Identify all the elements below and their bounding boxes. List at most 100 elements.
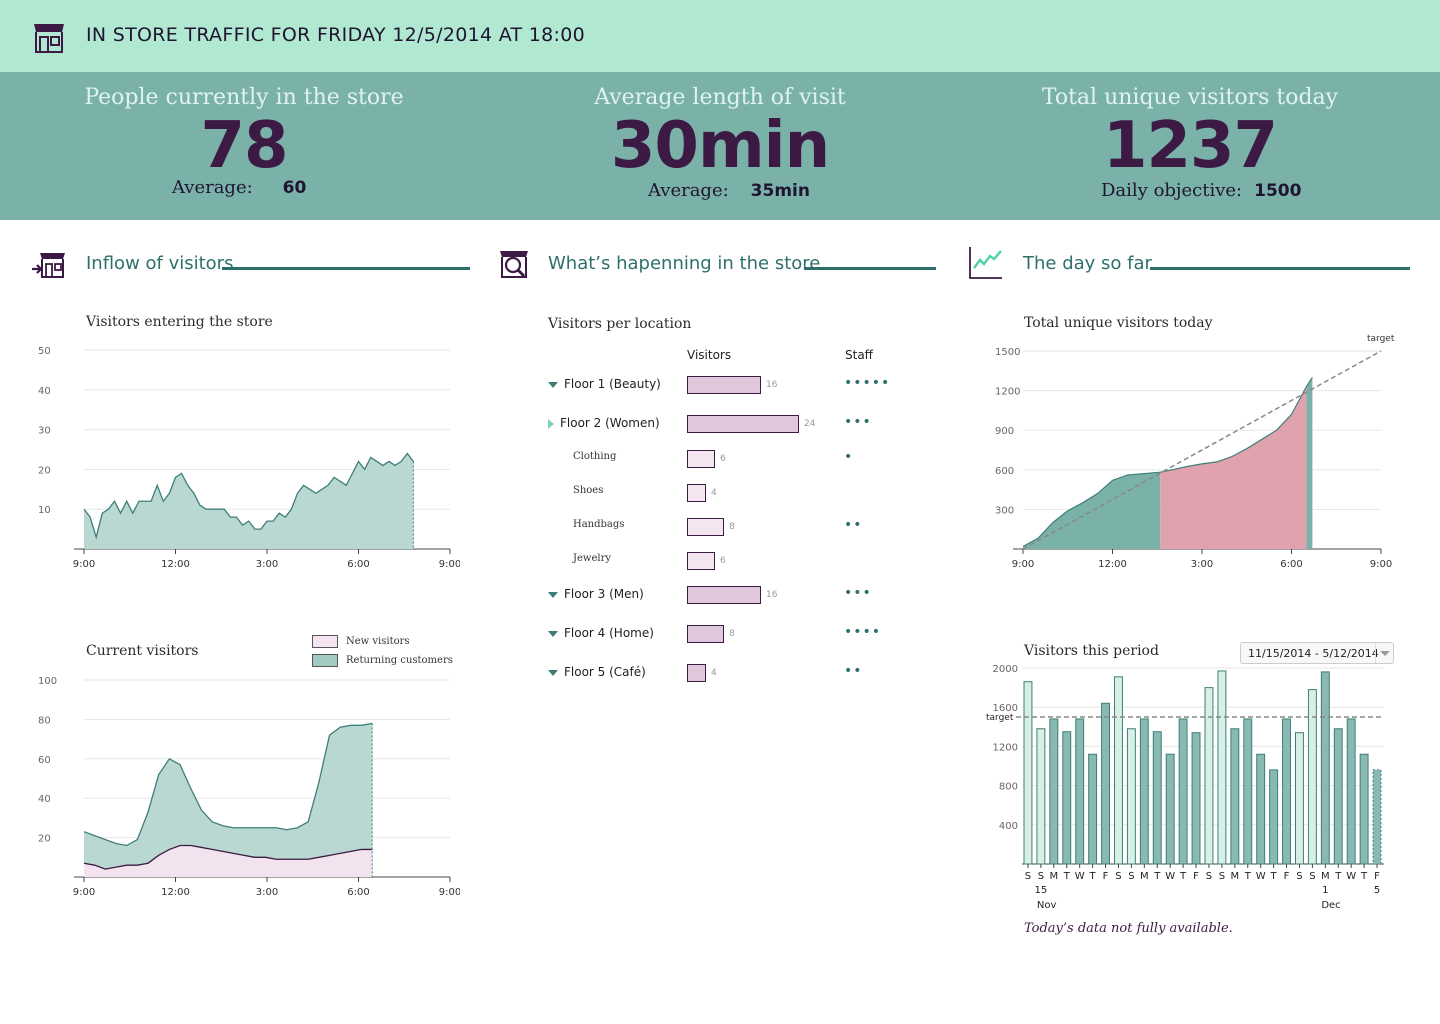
x-tick-label: T <box>1063 871 1071 882</box>
data-availability-note: Today’s data not fully available. <box>1024 921 1233 936</box>
legend-item-new: New visitors <box>312 635 453 654</box>
bar <box>1256 753 1266 865</box>
x-tick-label: 9:00 <box>439 887 460 898</box>
date-month-label: Nov <box>1037 900 1057 911</box>
location-staff-dots: •• <box>844 517 863 533</box>
target-label: target <box>986 713 1014 723</box>
location-floor[interactable]: Floor 1 (Beauty) <box>548 377 661 391</box>
y-tick-label: 600 <box>995 466 1014 477</box>
location-subitem: Handbags <box>573 519 624 530</box>
location-visitors-bar <box>687 518 724 536</box>
x-tick-label: F <box>1103 871 1109 882</box>
x-tick-label: 12:00 <box>161 887 190 898</box>
x-tick-label: W <box>1256 871 1266 882</box>
x-tick-label: W <box>1346 871 1356 882</box>
location-label: Floor 5 (Café) <box>564 665 646 679</box>
collapse-icon[interactable] <box>548 669 558 676</box>
collapse-icon[interactable] <box>548 591 558 598</box>
x-tick-label: S <box>1206 871 1212 882</box>
location-label: Floor 4 (Home) <box>564 626 654 640</box>
location-visitors-value: 4 <box>711 668 717 678</box>
location-staff-dots: ••• <box>844 414 872 430</box>
location-visitors-value: 4 <box>711 488 717 498</box>
collapse-icon[interactable] <box>548 381 558 388</box>
x-tick-label: 3:00 <box>256 887 278 898</box>
location-visitors-value: 8 <box>729 522 735 532</box>
x-tick-label: T <box>1153 871 1161 882</box>
location-visitors-bar <box>687 664 706 682</box>
location-visitors-bar <box>687 484 706 502</box>
kpi-sub-value: 35min <box>750 181 810 201</box>
y-tick-label: 20 <box>38 834 51 845</box>
kpi-sub-value: 60 <box>282 178 307 198</box>
location-floor[interactable]: Floor 2 (Women) <box>548 416 660 430</box>
x-tick-label: 6:00 <box>347 559 369 570</box>
y-tick-label: 20 <box>38 465 51 476</box>
kpi-label: Average length of visit <box>594 85 846 110</box>
section-inflow-header: Inflow of visitors <box>32 250 470 282</box>
location-staff-dots: ••••• <box>844 375 891 391</box>
y-tick-label: 900 <box>995 426 1014 437</box>
location-visitors-value: 8 <box>729 629 735 639</box>
location-floor[interactable]: Floor 5 (Café) <box>548 665 646 679</box>
column-header-staff: Staff <box>845 348 873 362</box>
x-tick-label: S <box>1025 871 1031 882</box>
bar <box>1269 769 1279 865</box>
x-tick-label: S <box>1115 871 1121 882</box>
date-month-label: Dec <box>1321 900 1340 911</box>
chart-title: Total unique visitors today <box>1024 315 1213 331</box>
x-tick-label: S <box>1219 871 1225 882</box>
location-visitors-bar <box>687 450 715 468</box>
location-staff-dots: •••• <box>844 624 882 640</box>
location-label: Floor 3 (Men) <box>564 587 644 601</box>
location-label: Floor 2 (Women) <box>560 416 660 430</box>
collapse-icon[interactable] <box>548 630 558 637</box>
x-tick-label: M <box>1050 871 1059 882</box>
x-tick-label: F <box>1284 871 1290 882</box>
location-visitors-value: 16 <box>766 380 778 390</box>
location-visitors-value: 6 <box>720 556 726 566</box>
location-floor[interactable]: Floor 4 (Home) <box>548 626 654 640</box>
area-above-target <box>1023 472 1161 549</box>
location-floor[interactable]: Floor 3 (Men) <box>548 587 644 601</box>
x-tick-label: 12:00 <box>161 559 190 570</box>
section-divider <box>804 267 936 270</box>
section-title: What’s hapenning in the store <box>548 253 821 274</box>
kpi-value: 1237 <box>1102 109 1278 183</box>
bar <box>1243 718 1253 865</box>
section-title: Inflow of visitors <box>86 253 234 274</box>
section-store-header: What’s hapenning in the store <box>498 250 938 282</box>
x-tick-label: 12:00 <box>1098 559 1127 570</box>
legend-label: New visitors <box>346 636 410 647</box>
location-visitors-bar <box>687 552 715 570</box>
bar <box>1049 718 1059 865</box>
expand-icon[interactable] <box>548 418 554 429</box>
location-staff-dots: ••• <box>844 585 872 601</box>
chart-title: Visitors entering the store <box>86 314 273 330</box>
location-subitem: Shoes <box>573 485 603 496</box>
bar <box>1346 718 1356 865</box>
bar <box>1101 702 1110 865</box>
x-tick-label: W <box>1075 871 1085 882</box>
bar <box>1307 689 1317 865</box>
trend-chart-icon <box>969 247 1002 279</box>
location-label: Handbags <box>573 519 625 530</box>
y-tick-label: 2000 <box>993 664 1018 675</box>
kpi-sub-label: Daily objective: <box>1101 180 1243 201</box>
x-tick-label: T <box>1179 871 1187 882</box>
bar <box>1230 728 1240 865</box>
location-subitem: Jewelry <box>573 553 611 564</box>
section-divider <box>222 267 470 270</box>
y-tick-label: 400 <box>999 821 1018 832</box>
x-tick-label: T <box>1270 871 1278 882</box>
visitors-entering-chart: 10 20 30 40 50 9:00 12:00 3:00 6:00 9:00 <box>38 346 460 570</box>
x-tick-label: M <box>1321 871 1330 882</box>
header-bar: IN STORE TRAFFIC FOR FRIDAY 12/5/2014 AT… <box>0 0 1440 72</box>
chart-legend: New visitors Returning customers <box>312 635 453 673</box>
y-tick-label: 30 <box>38 426 51 437</box>
y-tick-label: 40 <box>38 386 51 397</box>
location-label: Shoes <box>573 485 604 496</box>
location-visitors-bar <box>687 625 724 643</box>
kpi-sub-label: Average: <box>172 177 253 198</box>
bar <box>1178 718 1188 865</box>
